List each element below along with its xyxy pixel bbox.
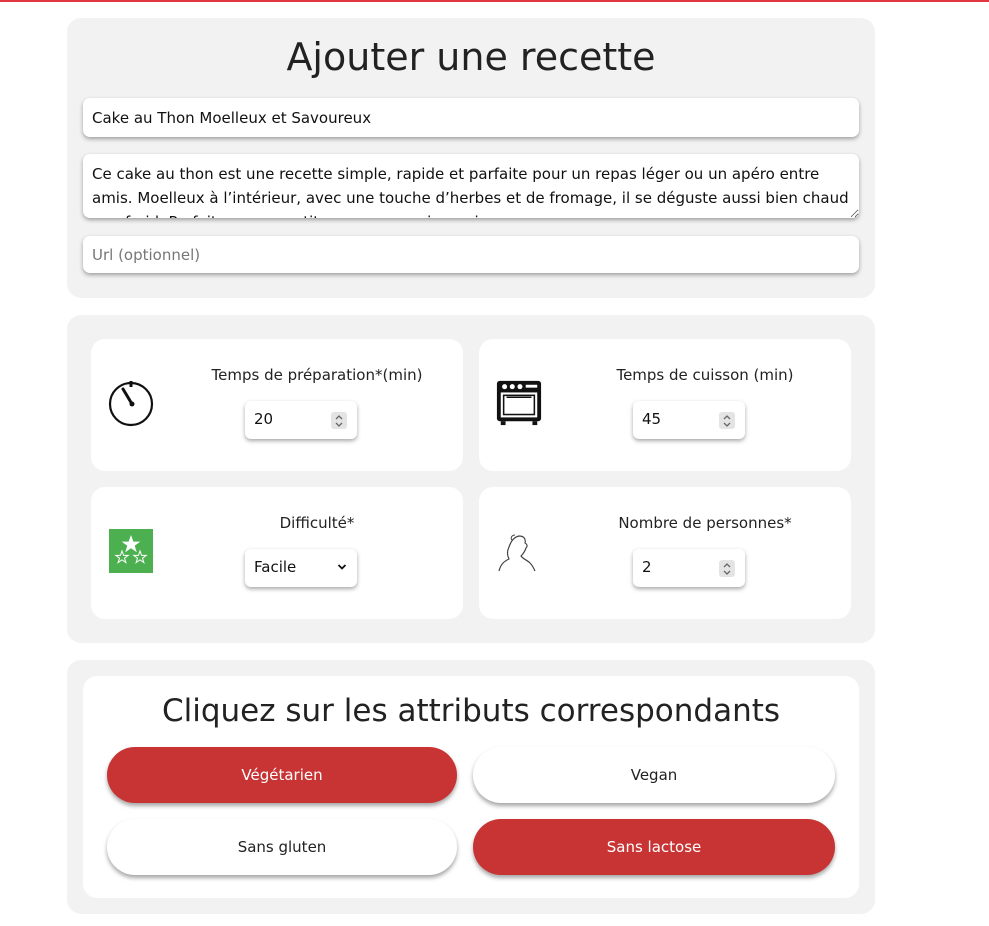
recipe-description-textarea[interactable]: Ce cake au thon est une recette simple, … <box>83 154 859 218</box>
page-title: Ajouter une recette <box>286 35 656 79</box>
cook-time-stepper[interactable]: 45 <box>633 401 745 439</box>
timer-icon <box>107 379 155 427</box>
attribute-vegan-toggle[interactable]: Vegan <box>473 747 835 803</box>
people-count-value[interactable]: 2 <box>642 558 652 576</box>
attribute-lactose-free-toggle[interactable]: Sans lactose <box>473 819 835 875</box>
people-count-label: Nombre de personnes* <box>618 514 792 532</box>
spinner-arrows-icon[interactable] <box>719 412 735 429</box>
difficulty-card: Difficulté* Facile <box>91 487 463 619</box>
recipe-name-input[interactable] <box>83 98 859 137</box>
recipe-url-input[interactable] <box>83 236 859 273</box>
difficulty-label: Difficulté* <box>279 514 355 532</box>
people-count-stepper[interactable]: 2 <box>633 549 745 587</box>
attribute-gluten-free-toggle[interactable]: Sans gluten <box>107 819 457 875</box>
attribute-label: Végétarien <box>241 766 323 784</box>
attribute-label: Sans lactose <box>606 838 702 856</box>
attribute-vegetarian-toggle[interactable]: Végétarien <box>107 747 457 803</box>
cook-time-label: Temps de cuisson (min) <box>616 366 794 384</box>
attributes-panel: Cliquez sur les attributs correspondants… <box>67 660 875 914</box>
spinner-arrows-icon[interactable] <box>331 412 347 429</box>
attributes-card: Cliquez sur les attributs correspondants… <box>83 676 859 898</box>
chevron-down-icon[interactable] <box>337 562 347 572</box>
difficulty-stars-icon <box>107 527 155 575</box>
person-icon <box>495 527 543 575</box>
prep-time-value[interactable]: 20 <box>254 410 273 428</box>
difficulty-select[interactable]: Facile <box>245 549 357 587</box>
cook-time-card: Temps de cuisson (min) 45 <box>479 339 851 471</box>
recipe-details-panel: Temps de préparation*(min) 20 Temps de c… <box>67 315 875 643</box>
attribute-label: Vegan <box>630 766 678 784</box>
top-accent-line <box>0 0 989 2</box>
prep-time-stepper[interactable]: 20 <box>245 401 357 439</box>
cook-time-value[interactable]: 45 <box>642 410 661 428</box>
recipe-info-panel: Ajouter une recette Ce cake au thon est … <box>67 18 875 298</box>
attribute-label: Sans gluten <box>237 838 327 856</box>
difficulty-selected-value[interactable]: Facile <box>254 558 296 576</box>
spinner-arrows-icon[interactable] <box>719 560 735 577</box>
prep-time-label: Temps de préparation*(min) <box>211 366 423 384</box>
attributes-title: Cliquez sur les attributs correspondants <box>161 693 781 729</box>
prep-time-card: Temps de préparation*(min) 20 <box>91 339 463 471</box>
people-count-card: Nombre de personnes* 2 <box>479 487 851 619</box>
oven-icon <box>495 379 543 427</box>
